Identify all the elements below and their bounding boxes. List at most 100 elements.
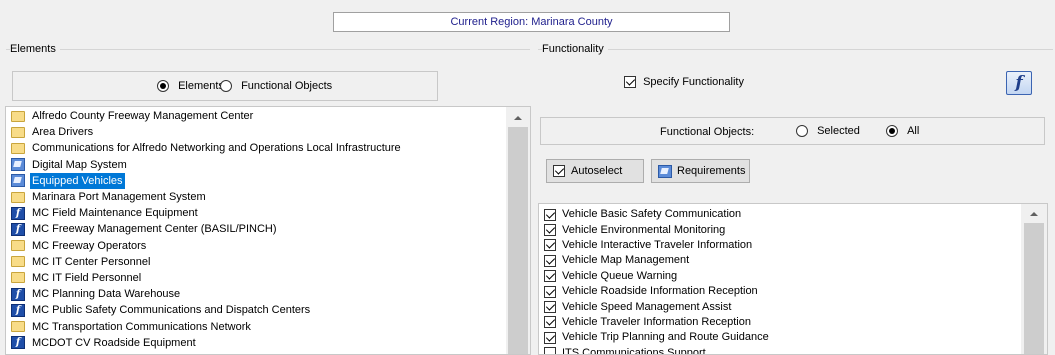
- specify-functionality-indicator: [624, 76, 636, 89]
- functionality-group-border: [538, 49, 1053, 50]
- element-mode-panel: Elements Functional Objects: [12, 71, 438, 101]
- fo-scroll-thumb[interactable]: [1024, 223, 1044, 354]
- autoselect-check-icon: [553, 165, 565, 177]
- specify-functionality-label: Specify Functionality: [643, 76, 744, 88]
- functional-object-checkbox[interactable]: [544, 347, 556, 354]
- element-list-item-label: MC Public Safety Communications and Disp…: [32, 304, 311, 317]
- element-list-item-label: Communications for Alfredo Networking an…: [32, 142, 401, 155]
- element-list-item[interactable]: Area Drivers: [6, 124, 530, 140]
- element-list-item-label: MC IT Field Personnel: [32, 271, 142, 284]
- elements-rows: Alfredo County Freeway Management Center…: [6, 107, 530, 351]
- element-list-item[interactable]: Marinara Port Management System: [6, 189, 530, 205]
- element-list-item[interactable]: Alfredo County Freeway Management Center: [6, 108, 530, 124]
- folder-icon: [11, 126, 25, 138]
- functional-object-checkbox[interactable]: [544, 331, 556, 344]
- element-list-item[interactable]: Communications for Alfredo Networking an…: [6, 140, 530, 156]
- functional-object-label: ITS Communications Support: [562, 346, 706, 355]
- radio-fo-all-label: All: [907, 125, 920, 137]
- current-region-display: Current Region: Marinara County: [333, 12, 730, 32]
- requirements-label: Requirements: [677, 165, 746, 177]
- functional-object-item[interactable]: Vehicle Traveler Information Reception: [539, 315, 1047, 330]
- folder-icon: [11, 240, 25, 252]
- function-icon: f: [11, 222, 25, 236]
- functional-object-label: Vehicle Traveler Information Reception: [562, 315, 751, 328]
- function-icon: f: [11, 206, 25, 220]
- functional-object-label: Vehicle Environmental Monitoring: [562, 223, 726, 236]
- functional-object-item[interactable]: Vehicle Trip Planning and Route Guidance: [539, 330, 1047, 345]
- functional-object-label: Vehicle Basic Safety Communication: [562, 208, 742, 221]
- functional-object-item[interactable]: Vehicle Queue Warning: [539, 269, 1047, 284]
- functional-object-item[interactable]: Vehicle Roadside Information Reception: [539, 284, 1047, 299]
- element-list-item[interactable]: f MCDOT CV Roadside Equipment: [6, 335, 530, 351]
- folder-icon: [11, 110, 25, 122]
- functional-object-item[interactable]: ITS Communications Support: [539, 346, 1047, 355]
- functional-object-label: Vehicle Trip Planning and Route Guidance: [562, 331, 769, 344]
- element-list-item[interactable]: Digital Map System: [6, 157, 530, 173]
- folder-icon: [11, 191, 25, 203]
- radio-fo-selected[interactable]: Selected: [796, 125, 860, 138]
- radio-functional-objects[interactable]: Functional Objects: [220, 80, 333, 93]
- scroll-up-arrow-icon[interactable]: [514, 116, 522, 120]
- element-list-item[interactable]: f MC Freeway Management Center (BASIL/PIN…: [6, 221, 530, 237]
- functional-object-checkbox[interactable]: [544, 301, 556, 314]
- element-list-item[interactable]: MC Transportation Communications Network: [6, 318, 530, 334]
- radio-fo-all[interactable]: All: [886, 125, 920, 138]
- element-list-item[interactable]: f MC Field Maintenance Equipment: [6, 205, 530, 221]
- map-system-icon: [11, 158, 25, 172]
- radio-elements[interactable]: Elements: [157, 80, 224, 93]
- radio-functional-objects-label: Functional Objects: [241, 80, 333, 92]
- element-list-item-label: MCDOT CV Roadside Equipment: [32, 336, 196, 349]
- elements-group-title: Elements: [10, 43, 60, 55]
- functional-object-checkbox[interactable]: [544, 285, 556, 298]
- elements-group-border: [6, 49, 530, 50]
- functional-object-checkbox[interactable]: [544, 270, 556, 283]
- function-icon: f: [11, 303, 25, 317]
- element-list-item[interactable]: MC IT Center Personnel: [6, 254, 530, 270]
- radio-fo-selected-indicator: [796, 125, 808, 138]
- functional-object-item[interactable]: Vehicle Basic Safety Communication: [539, 207, 1047, 222]
- functional-object-checkbox[interactable]: [544, 254, 556, 267]
- element-list-item-label: Alfredo County Freeway Management Center: [32, 110, 254, 123]
- element-list-item[interactable]: f MC Public Safety Communications and Dis…: [6, 302, 530, 318]
- element-list-item-label: MC Freeway Management Center (BASIL/PINC…: [32, 223, 277, 236]
- functional-object-checkbox[interactable]: [544, 316, 556, 329]
- functional-object-item[interactable]: Vehicle Speed Management Assist: [539, 299, 1047, 314]
- element-list-item[interactable]: MC IT Field Personnel: [6, 270, 530, 286]
- radio-elements-indicator: [157, 80, 169, 93]
- element-list-item-label: MC Transportation Communications Network: [32, 320, 251, 333]
- functional-object-label: Vehicle Speed Management Assist: [562, 300, 732, 313]
- element-list-item[interactable]: Equipped Vehicles: [6, 172, 530, 189]
- requirements-button[interactable]: Requirements: [651, 159, 750, 183]
- scroll-thumb[interactable]: [508, 127, 528, 354]
- functional-object-item[interactable]: Vehicle Environmental Monitoring: [539, 222, 1047, 237]
- functional-objects-filter-panel: Functional Objects: Selected All: [540, 117, 1045, 145]
- element-list-item-label: MC Field Maintenance Equipment: [32, 207, 198, 220]
- functionality-f-glyph: f: [1015, 73, 1023, 93]
- functional-objects-list[interactable]: Vehicle Basic Safety Communication Vehicl…: [538, 203, 1048, 355]
- folder-icon: [11, 321, 25, 333]
- requirements-icon: [658, 164, 672, 178]
- fo-scrollbar[interactable]: [1021, 204, 1047, 354]
- folder-icon: [11, 272, 25, 284]
- autoselect-label: Autoselect: [571, 165, 623, 177]
- specify-functionality-checkbox[interactable]: Specify Functionality: [624, 76, 744, 89]
- functional-object-item[interactable]: Vehicle Map Management: [539, 253, 1047, 268]
- radio-fo-selected-label: Selected: [817, 125, 860, 137]
- element-list-item-label: Digital Map System: [32, 158, 127, 171]
- folder-icon: [11, 256, 25, 268]
- functionality-f-icon[interactable]: f: [1006, 71, 1032, 95]
- functional-object-item[interactable]: Vehicle Interactive Traveler Information: [539, 238, 1047, 253]
- element-list-item[interactable]: f MC Planning Data Warehouse: [6, 286, 530, 302]
- function-icon: f: [11, 287, 25, 301]
- fo-scroll-up-arrow-icon[interactable]: [1030, 212, 1038, 216]
- element-list-item[interactable]: MC Freeway Operators: [6, 238, 530, 254]
- functional-object-checkbox[interactable]: [544, 208, 556, 221]
- element-list-item-label: MC Freeway Operators: [32, 239, 147, 252]
- elements-list[interactable]: Alfredo County Freeway Management Center…: [5, 106, 531, 355]
- autoselect-button[interactable]: Autoselect: [546, 159, 644, 183]
- functional-object-checkbox[interactable]: [544, 224, 556, 237]
- element-list-item-label: Equipped Vehicles: [30, 172, 125, 189]
- element-list-item-label: Marinara Port Management System: [32, 191, 206, 204]
- elements-scrollbar[interactable]: [506, 107, 530, 354]
- functional-object-checkbox[interactable]: [544, 239, 556, 252]
